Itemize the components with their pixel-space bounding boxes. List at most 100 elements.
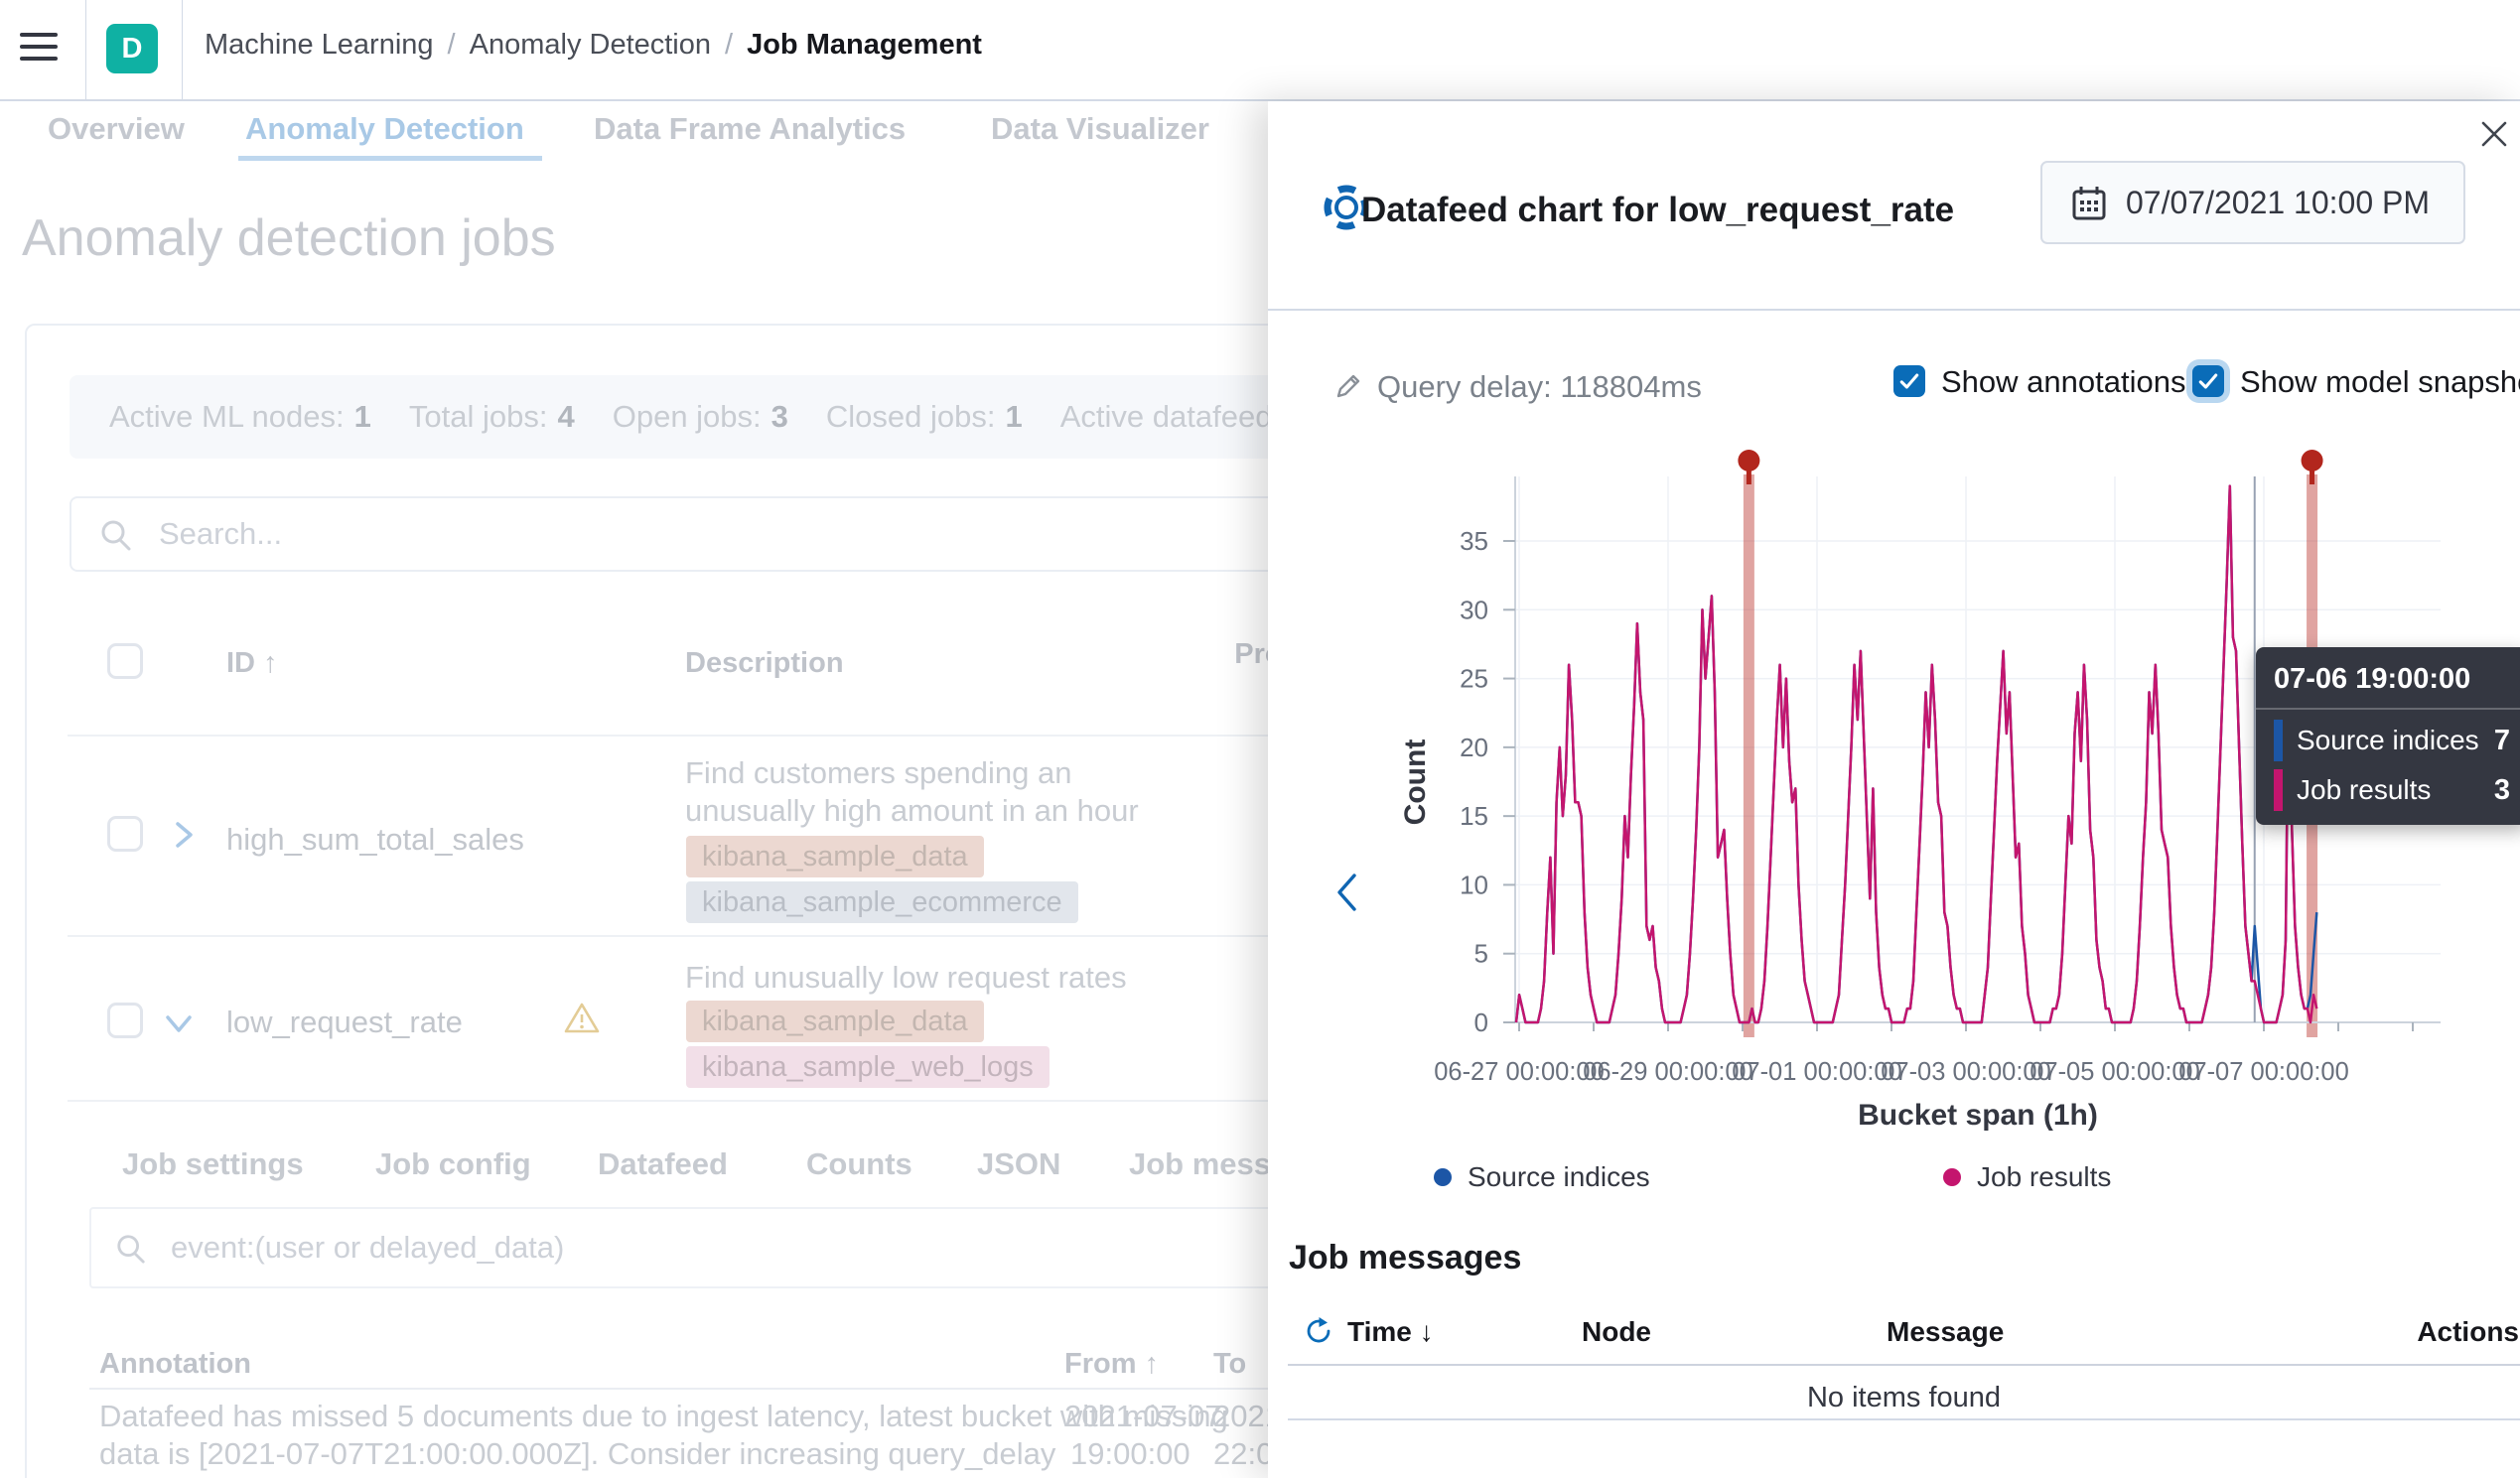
column-header-from[interactable]: From ↑ (1064, 1348, 1159, 1381)
flyout-title: Datafeed chart for low_request_rate (1361, 187, 1954, 234)
page-title: Anomaly detection jobs (22, 208, 556, 268)
tab-data-frame-analytics[interactable]: Data Frame Analytics (594, 111, 906, 147)
x-axis-title: Bucket span (1h) (1858, 1099, 2098, 1132)
column-header-description[interactable]: Description (685, 647, 844, 680)
stat-closed-jobs: Closed jobs:1 (826, 399, 1023, 435)
job-group-badge[interactable]: kibana_sample_web_logs (686, 1046, 1050, 1088)
datafeed-chart-flyout: Datafeed chart for low_request_rate 07/0… (1268, 101, 2520, 1478)
check-icon (2196, 369, 2220, 393)
check-icon (1897, 369, 1921, 393)
stat-total-jobs: Total jobs:4 (409, 399, 575, 435)
stat-active-ml-nodes: Active ML nodes:1 (109, 399, 371, 435)
sort-asc-icon: ↑ (263, 647, 278, 679)
menu-icon[interactable] (20, 0, 79, 99)
job-id: low_request_rate (226, 1005, 463, 1040)
datetime-value: 07/07/2021 10:00 PM (2126, 185, 2430, 221)
annotation-marker (2302, 450, 2323, 471)
sort-asc-icon: ↑ (1145, 1348, 1160, 1380)
job-results-swatch (2274, 769, 2283, 811)
search-icon (99, 518, 133, 552)
y-tick-label: 30 (1460, 595, 1488, 624)
select-all-checkbox[interactable] (107, 643, 143, 679)
row-checkbox[interactable] (107, 816, 143, 852)
job-description: Find unusually low request rates (685, 959, 1241, 997)
show-annotations-label[interactable]: Show annotations (1941, 365, 2185, 399)
breadcrumb-item[interactable]: Anomaly Detection (470, 29, 711, 61)
x-tick-label: 07-07 00:00:00 (2178, 1058, 2349, 1086)
breadcrumb-item[interactable]: Machine Learning (205, 29, 434, 61)
legend-dot (1943, 1168, 1961, 1186)
job-group-badge[interactable]: kibana_sample_data (686, 1001, 984, 1042)
column-header-annotation: Annotation (99, 1348, 251, 1381)
column-header-message: Message (1887, 1316, 2004, 1348)
job-description: Find customers spending an unusually hig… (685, 754, 1152, 830)
stat-open-jobs: Open jobs:3 (613, 399, 788, 435)
column-header-node: Node (1582, 1316, 1651, 1348)
messages-query-text: event:(user or delayed_data) (171, 1230, 564, 1266)
tooltip-row: Job results 3 (2274, 769, 2510, 811)
x-tick-label: 07-01 00:00:00 (1732, 1058, 1902, 1086)
column-header-time[interactable]: Time ↓ (1347, 1316, 1434, 1348)
x-tick-label: 06-27 00:00:00 (1434, 1058, 1605, 1086)
detail-tab-json[interactable]: JSON (977, 1146, 1060, 1182)
refresh-icon[interactable] (1304, 1316, 1333, 1346)
chevron-right-icon[interactable] (169, 818, 199, 852)
y-tick-label: 25 (1460, 664, 1488, 694)
search-placeholder: Search... (159, 516, 282, 552)
y-tick-label: 20 (1460, 733, 1488, 762)
sort-desc-icon: ↓ (1420, 1316, 1434, 1347)
datetime-picker[interactable]: 07/07/2021 10:00 PM (2040, 161, 2465, 244)
close-icon[interactable] (2480, 120, 2508, 148)
calendar-icon (2070, 185, 2108, 222)
edit-pencil-icon[interactable] (1332, 370, 1364, 402)
detail-tab-job-settings[interactable]: Job settings (122, 1146, 304, 1182)
tab-overview[interactable]: Overview (48, 111, 185, 147)
show-model-snapshots-checkbox[interactable] (2192, 365, 2224, 397)
y-tick-label: 15 (1460, 801, 1488, 831)
show-model-snapshots-label[interactable]: Show model snapshots (2240, 365, 2520, 399)
row-checkbox[interactable] (107, 1003, 143, 1038)
chart-tooltip: 07-06 19:00:00 Source indices 7 Job resu… (2256, 647, 2520, 825)
series-line-job-results (1516, 486, 2316, 1022)
warning-icon[interactable] (562, 999, 602, 1038)
y-tick-label: 10 (1460, 870, 1488, 899)
detail-tab-job-config[interactable]: Job config (375, 1146, 531, 1182)
annotation-band (1744, 474, 1754, 1037)
legend-job-results[interactable]: Job results (1943, 1161, 2111, 1193)
detail-tab-counts[interactable]: Counts (806, 1146, 912, 1182)
annotation-marker (1738, 450, 1759, 471)
breadcrumb-current: Job Management (747, 29, 982, 61)
x-tick-label: 06-29 00:00:00 (1583, 1058, 1753, 1086)
legend-source-indices[interactable]: Source indices (1434, 1161, 1650, 1193)
tooltip-time: 07-06 19:00:00 (2274, 663, 2510, 696)
breadcrumb: Machine Learning/Anomaly Detection/Job M… (205, 29, 982, 62)
job-group-badge[interactable]: kibana_sample_data (686, 836, 984, 877)
column-header-to[interactable]: To (1213, 1348, 1246, 1381)
header-divider (182, 0, 183, 99)
space-avatar[interactable]: D (106, 24, 158, 73)
datafeed-count-chart[interactable]: 0510152025303506-27 00:00:0006-29 00:00:… (1268, 427, 2520, 1231)
show-annotations-checkbox[interactable] (1893, 365, 1925, 397)
column-header-id[interactable]: ID ↑ (226, 647, 278, 680)
chevron-down-icon[interactable] (162, 1008, 196, 1038)
series-line-source-indices (1516, 486, 2316, 1022)
tab-anomaly-detection[interactable]: Anomaly Detection (245, 111, 524, 147)
global-header: D Machine Learning/Anomaly Detection/Job… (0, 0, 2520, 101)
y-axis-title: Count (1399, 739, 1432, 826)
x-tick-label: 07-03 00:00:00 (1881, 1058, 2051, 1086)
tab-data-visualizer[interactable]: Data Visualizer (991, 111, 1209, 147)
column-header-actions: Actions (2281, 1316, 2519, 1348)
y-tick-label: 5 (1474, 939, 1488, 969)
annotation-from-date: 2021-07-07 (1064, 1398, 1222, 1435)
job-group-badge[interactable]: kibana_sample_ecommerce (686, 881, 1078, 923)
job-messages-heading: Job messages (1289, 1239, 1521, 1277)
annotation-from-time: 19:00:00 (1070, 1435, 1190, 1473)
job-id: high_sum_total_sales (226, 822, 524, 858)
active-tab-underline (238, 156, 542, 161)
header-divider (85, 0, 86, 99)
detail-tab-datafeed[interactable]: Datafeed (598, 1146, 728, 1182)
source-indices-swatch (2274, 720, 2283, 761)
flyout-header-divider (1268, 309, 2520, 311)
search-icon (115, 1233, 147, 1265)
tooltip-row: Source indices 7 (2274, 720, 2510, 761)
